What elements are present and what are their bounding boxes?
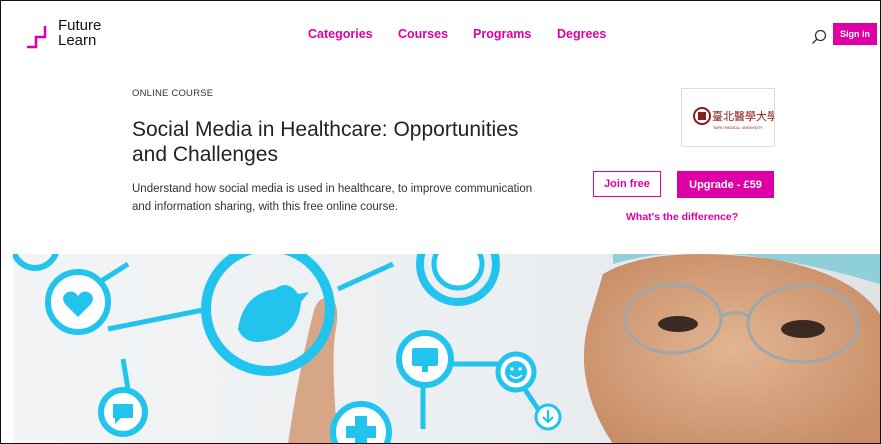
futurelearn-mark-icon bbox=[27, 26, 47, 49]
whats-the-difference-link[interactable]: What's the difference? bbox=[626, 211, 738, 223]
university-logo-text: 臺北醫學大學 bbox=[712, 109, 774, 123]
course-hero-image bbox=[13, 254, 880, 443]
nav-link-courses[interactable]: Courses bbox=[398, 27, 448, 41]
futurelearn-logo[interactable]: Future Learn bbox=[25, 17, 105, 53]
smiley-icon bbox=[505, 361, 527, 383]
sign-in-button[interactable]: Sign in bbox=[833, 23, 877, 45]
university-logo[interactable]: 臺北醫學大學 TAIPEI MEDICAL UNIVERSITY bbox=[681, 88, 778, 147]
top-navigation-bar: Future Learn Categories Courses Programs… bbox=[1, 1, 880, 59]
course-type-label: ONLINE COURSE bbox=[132, 88, 214, 99]
page-frame: Future Learn Categories Courses Programs… bbox=[0, 0, 881, 444]
university-logo-subtext: TAIPEI MEDICAL UNIVERSITY bbox=[712, 126, 763, 130]
nav-link-categories[interactable]: Categories bbox=[308, 27, 373, 41]
brand-line-1: Future bbox=[58, 17, 102, 34]
nav-link-degrees[interactable]: Degrees bbox=[557, 27, 606, 41]
course-title: Social Media in Healthcare: Opportunitie… bbox=[132, 118, 519, 166]
course-description: Understand how social media is used in h… bbox=[132, 183, 533, 213]
brand-line-2: Learn bbox=[58, 32, 97, 49]
search-icon[interactable] bbox=[811, 29, 827, 45]
upgrade-button[interactable]: Upgrade - £59 bbox=[677, 171, 774, 198]
join-free-button[interactable]: Join free bbox=[593, 171, 661, 197]
nav-link-programs[interactable]: Programs bbox=[473, 27, 531, 41]
